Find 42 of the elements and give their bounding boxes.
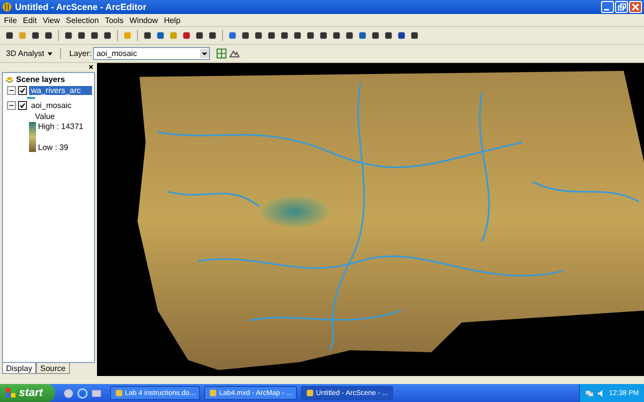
minimize-icon (604, 9, 609, 10)
layer-name[interactable]: aoi_mosaic (29, 101, 92, 110)
close-icon (630, 2, 641, 12)
desktop-icon[interactable] (90, 388, 102, 398)
panel-tab[interactable]: Display (2, 363, 36, 374)
app-icon (2, 2, 12, 12)
layer-label: Layer: (69, 49, 92, 58)
menu-item[interactable]: View (42, 16, 60, 24)
layer-checkbox[interactable] (18, 101, 27, 110)
restore-button[interactable] (615, 1, 628, 13)
layer-name[interactable]: wa_rivers_arc (29, 86, 92, 95)
browser-icon[interactable] (76, 388, 88, 398)
app-icon (209, 389, 218, 397)
menu-item[interactable]: Window (130, 16, 158, 24)
3d-analyst-menu[interactable]: 3D Analyst (4, 49, 56, 58)
legend-low-label: Low : 39 (38, 143, 70, 152)
scene-layers-title: Scene layers (16, 75, 65, 84)
collapse-toggle[interactable] (7, 101, 16, 110)
app-icon (114, 389, 123, 397)
caret-icon (46, 50, 54, 58)
restore-icon (616, 2, 627, 12)
app-icon (306, 389, 314, 397)
menu-item[interactable]: Help (164, 16, 180, 24)
collapse-toggle[interactable] (7, 86, 16, 95)
grid-icon[interactable] (216, 48, 228, 59)
menu-item[interactable]: Tools (104, 16, 124, 24)
windows-flag-icon (6, 388, 16, 398)
legend-title: Value (34, 112, 56, 121)
menu-item[interactable]: Edit (22, 16, 37, 24)
close-button[interactable] (629, 1, 642, 13)
menu-item[interactable]: File (4, 16, 17, 24)
panel-tab[interactable]: Source (36, 363, 70, 374)
layer-checkbox[interactable] (18, 86, 27, 95)
terrain-icon[interactable] (229, 48, 240, 59)
legend-high-label: High : 14371 (38, 122, 84, 131)
network-icon (585, 388, 594, 398)
color-ramp (29, 122, 36, 152)
layer-dropdown[interactable]: aoi_mosaic (93, 47, 210, 60)
window-title: Untitled - ArcScene - ArcEditor (15, 2, 146, 12)
minimize-button[interactable] (601, 1, 614, 13)
close-icon[interactable] (87, 63, 95, 71)
menu-item[interactable]: Selection (66, 16, 99, 24)
